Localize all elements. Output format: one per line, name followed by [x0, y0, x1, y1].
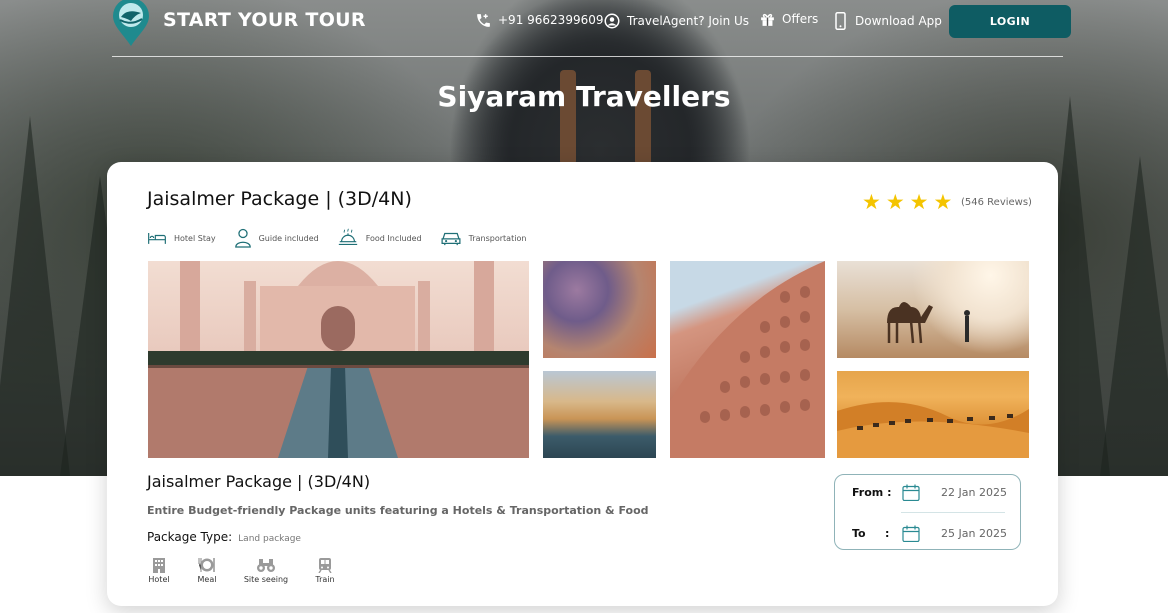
- login-button[interactable]: LOGIN: [949, 5, 1071, 38]
- mobile-icon: [831, 12, 849, 30]
- star-icon: ★: [862, 190, 881, 214]
- amenity-label: Food Included: [365, 233, 422, 243]
- gift-icon: [758, 10, 776, 28]
- phone-icon: [474, 11, 492, 29]
- amenity-transport: Transportation: [440, 230, 527, 246]
- desert-dunes-photo[interactable]: [837, 371, 1029, 458]
- date-from-row[interactable]: From : 22 Jan 2025: [835, 477, 1022, 507]
- building-icon: [153, 558, 165, 573]
- amenity-label: Guide included: [258, 233, 319, 243]
- calendar-icon[interactable]: [902, 484, 920, 505]
- service-label: Meal: [197, 575, 217, 584]
- to-date-value: 25 Jan 2025: [941, 526, 1007, 540]
- download-app-link[interactable]: Download App: [831, 12, 942, 30]
- page-title: Siyaram Travellers: [437, 80, 731, 113]
- package-title-secondary: Jaisalmer Package | (3D/4N): [147, 472, 371, 491]
- date-to-row[interactable]: To : 25 Jan 2025: [835, 518, 1022, 548]
- camel-desert-photo[interactable]: [837, 261, 1029, 358]
- package-card: Jaisalmer Package | (3D/4N) ★ ★ ★ ★ (546…: [107, 162, 1058, 606]
- offers-label: Offers: [782, 12, 819, 26]
- to-colon: :: [885, 526, 890, 540]
- offers-link[interactable]: Offers: [758, 10, 818, 28]
- taj-mahal-photo[interactable]: [148, 261, 529, 458]
- travel-agent-label: TravelAgent? Join Us: [627, 14, 750, 28]
- service-site-seeing: Site seeing: [241, 557, 291, 584]
- calendar-icon[interactable]: [902, 525, 920, 546]
- travel-agent-link[interactable]: TravelAgent? Join Us: [603, 12, 749, 30]
- phone-number: +91 9662399609: [498, 13, 604, 27]
- amenity-food: Food Included: [337, 227, 422, 249]
- to-label: To: [852, 526, 866, 540]
- star-icon: ★: [885, 190, 905, 214]
- tree-silhouette: [1100, 156, 1168, 476]
- food-icon: [338, 228, 357, 246]
- phone-link[interactable]: +91 9662399609: [474, 11, 604, 29]
- amenity-guide: Guide included: [234, 228, 319, 248]
- agent-icon: [603, 12, 621, 30]
- service-train: Train: [313, 557, 337, 584]
- from-date-value: 22 Jan 2025: [941, 485, 1007, 499]
- bed-icon: [148, 233, 166, 244]
- hawa-mahal-photo[interactable]: [670, 261, 825, 458]
- package-type-label: Package Type:: [147, 530, 233, 544]
- amenities-row: Hotel Stay Guide included Food Included …: [147, 227, 526, 249]
- brand-name[interactable]: START YOUR TOUR: [163, 9, 366, 31]
- service-hotel: Hotel: [147, 557, 171, 584]
- service-label: Hotel: [148, 575, 170, 584]
- logo-pin-icon[interactable]: [111, 0, 151, 48]
- star-icon: ★: [909, 190, 929, 214]
- from-label: From :: [852, 485, 892, 499]
- star-icon: ★: [933, 190, 953, 214]
- person-icon: [234, 228, 251, 248]
- car-icon: [441, 232, 461, 246]
- date-divider: [901, 512, 1005, 513]
- package-description: Entire Budget-friendly Package units fea…: [147, 504, 649, 517]
- package-type: Package Type: Land package: [147, 530, 301, 544]
- amenity-label: Hotel Stay: [174, 233, 216, 243]
- rating-stars: ★ ★ ★ ★: [862, 190, 953, 214]
- amenity-hotel-stay: Hotel Stay: [147, 230, 216, 246]
- amenity-label: Transportation: [468, 233, 527, 243]
- blue-city-photo[interactable]: [543, 261, 656, 358]
- service-meal: Meal: [195, 557, 219, 584]
- services-row: Hotel Meal Site seeing Train: [147, 557, 337, 584]
- review-count[interactable]: (546 Reviews): [961, 197, 1032, 208]
- service-label: Train: [315, 575, 335, 584]
- travel-dates-box: From : 22 Jan 2025 To : 25 Jan 2025: [834, 474, 1021, 550]
- lake-palace-photo[interactable]: [543, 371, 656, 458]
- binoculars-icon: [257, 559, 275, 572]
- package-title: Jaisalmer Package | (3D/4N): [147, 188, 412, 210]
- package-type-value: Land package: [238, 534, 301, 544]
- service-label: Site seeing: [243, 575, 289, 584]
- header-divider: [112, 56, 1063, 57]
- train-icon: [318, 558, 332, 573]
- meal-icon: [198, 558, 215, 572]
- top-header: START YOUR TOUR +91 9662399609 TravelAge…: [0, 0, 1168, 58]
- download-app-label: Download App: [855, 14, 942, 28]
